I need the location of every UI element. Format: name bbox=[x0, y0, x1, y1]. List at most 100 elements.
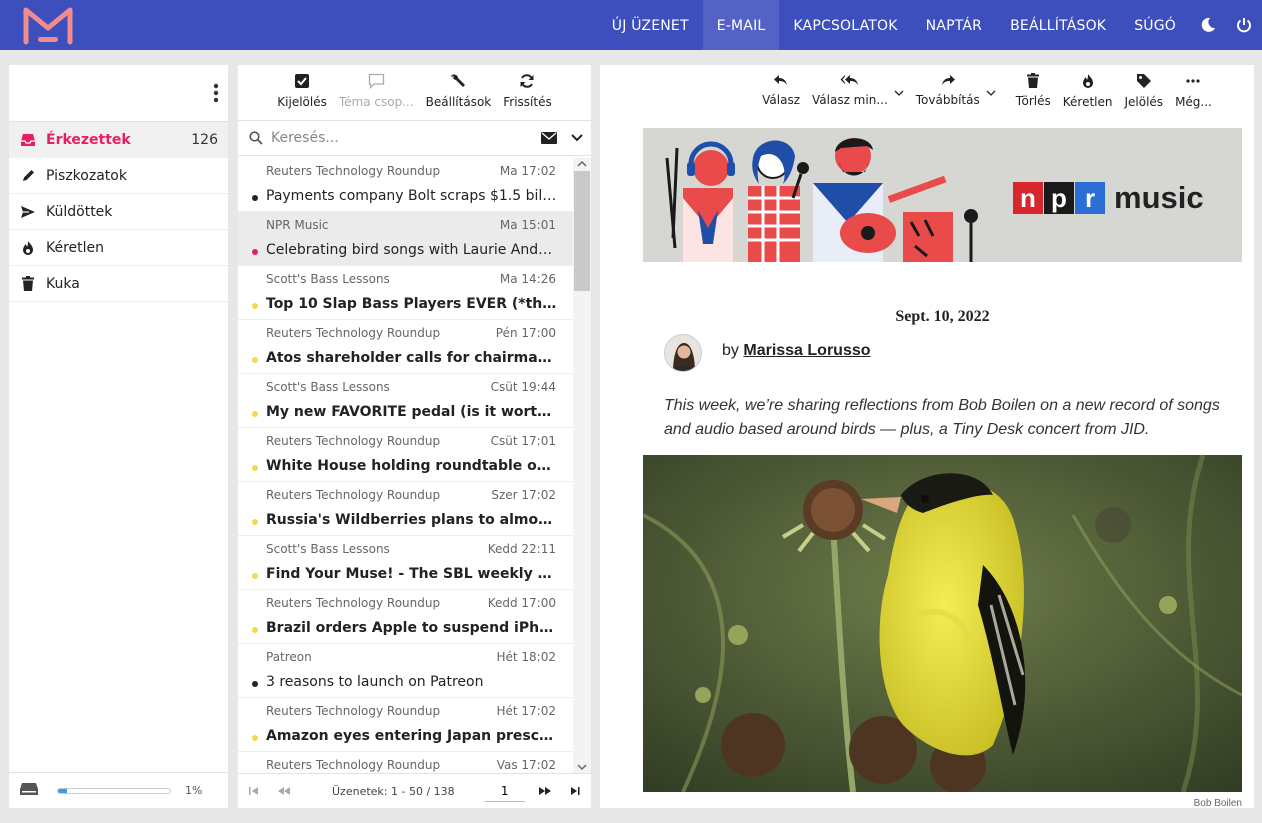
folder-label: Kéretlen bbox=[46, 239, 105, 256]
nav-contacts[interactable]: KAPCSOLATOK bbox=[779, 0, 911, 50]
reply-button[interactable]: Válasz bbox=[756, 65, 806, 121]
moon-icon[interactable] bbox=[1190, 0, 1226, 50]
envelope-icon[interactable] bbox=[541, 132, 557, 144]
message-toolbar: Válasz Válasz min... Továbbítás Törlés K… bbox=[600, 65, 1254, 121]
message-row[interactable]: Scott's Bass Lessons Ma 14:26 Top 10 Slap … bbox=[238, 266, 573, 320]
last-page-icon[interactable] bbox=[567, 786, 581, 796]
folder-trash[interactable]: Kuka bbox=[9, 266, 228, 302]
message-sender: Reuters Technology Roundup bbox=[266, 434, 441, 448]
message-date: Szer 17:02 bbox=[491, 488, 556, 502]
npr-letter: n bbox=[1013, 182, 1043, 214]
pager: Üzenetek: 1 - 50 / 138 bbox=[238, 773, 591, 808]
nav-compose[interactable]: ÚJ ÜZENET bbox=[598, 0, 703, 50]
message-row[interactable]: Reuters Technology Roundup Pén 17:00 Atos … bbox=[238, 320, 573, 374]
message-subject: White House holding roundtable on Big Te… bbox=[266, 458, 557, 474]
status-dot-icon bbox=[252, 465, 258, 471]
message-row[interactable]: Scott's Bass Lessons Kedd 22:11 Find Your … bbox=[238, 536, 573, 590]
message-row[interactable]: Reuters Technology Roundup Vas 17:02 bbox=[238, 752, 573, 773]
newsletter-date: Sept. 10, 2022 bbox=[895, 308, 990, 325]
message-sender: Reuters Technology Roundup bbox=[266, 596, 441, 610]
more-vertical-icon[interactable] bbox=[211, 82, 221, 104]
status-dot-icon bbox=[252, 303, 258, 309]
junk-button[interactable]: Kéretlen bbox=[1057, 65, 1119, 121]
message-row[interactable]: Scott's Bass Lessons Csüt 19:44 My new FAV… bbox=[238, 374, 573, 428]
folder-sent[interactable]: Küldöttek bbox=[9, 194, 228, 230]
reply-all-label: Válasz min... bbox=[812, 93, 888, 107]
photo-credit: Bob Boilen bbox=[1193, 798, 1242, 808]
status-dot-icon bbox=[252, 249, 258, 255]
forward-button[interactable]: Továbbítás bbox=[910, 65, 986, 121]
message-row[interactable]: Reuters Technology Roundup Ma 17:02 Paymen… bbox=[238, 158, 573, 212]
message-sender: Reuters Technology Roundup bbox=[266, 164, 441, 178]
chat-icon bbox=[368, 73, 384, 89]
search-icon bbox=[249, 131, 263, 145]
threads-button[interactable]: Téma csop... bbox=[333, 65, 420, 120]
list-scrollbar[interactable] bbox=[573, 158, 591, 773]
refresh-label: Frissítés bbox=[503, 95, 552, 109]
message-sender: Reuters Technology Roundup bbox=[266, 704, 441, 718]
goldfinch-photo bbox=[643, 455, 1242, 792]
folder-inbox[interactable]: Érkezettek 126 bbox=[9, 122, 228, 158]
message-date: Ma 14:26 bbox=[499, 272, 556, 286]
author-avatar bbox=[664, 334, 702, 372]
message-date: Hét 18:02 bbox=[496, 650, 556, 664]
message-list-panel: Kijelölés Téma csop... Beállítások Friss… bbox=[238, 65, 591, 808]
page-input[interactable] bbox=[484, 780, 525, 802]
reply-all-dropdown-icon[interactable] bbox=[894, 89, 904, 97]
trash-icon bbox=[1027, 73, 1040, 88]
reply-icon bbox=[774, 75, 788, 85]
app-logo[interactable] bbox=[20, 4, 76, 46]
message-subject: Top 10 Slap Bass Players EVER (*through … bbox=[266, 296, 557, 312]
author-link[interactable]: Marissa Lorusso bbox=[743, 342, 870, 359]
message-subject: Amazon eyes entering Japan prescription … bbox=[266, 728, 557, 744]
nav-mail[interactable]: E-MAIL bbox=[702, 0, 780, 50]
status-dot-icon bbox=[252, 681, 258, 687]
list-toolbar: Kijelölés Téma csop... Beállítások Friss… bbox=[238, 65, 591, 121]
select-label: Kijelölés bbox=[277, 95, 327, 109]
message-row[interactable]: Reuters Technology Roundup Csüt 17:01 Whit… bbox=[238, 428, 573, 482]
scroll-thumb[interactable] bbox=[574, 171, 590, 291]
folder-drafts[interactable]: Piszkozatok bbox=[9, 158, 228, 194]
message-row[interactable]: Reuters Technology Roundup Hét 17:02 Amazo… bbox=[238, 698, 573, 752]
message-subject: My new FAVORITE pedal (is it worth the h… bbox=[266, 404, 557, 420]
message-row[interactable]: Reuters Technology Roundup Szer 17:02 Russ… bbox=[238, 482, 573, 536]
message-row[interactable]: NPR Music Ma 15:01 Celebrating bird songs … bbox=[238, 212, 573, 266]
quota-fill bbox=[58, 788, 67, 793]
power-icon[interactable] bbox=[1226, 0, 1262, 50]
folder-junk[interactable]: Kéretlen bbox=[9, 230, 228, 266]
delete-button[interactable]: Törlés bbox=[1010, 65, 1057, 121]
npr-music-logo: n p r music bbox=[1013, 180, 1204, 216]
more-horizontal-icon bbox=[1186, 79, 1201, 83]
mark-button[interactable]: Jelölés bbox=[1118, 65, 1169, 121]
status-dot-icon bbox=[252, 573, 258, 579]
npr-music-word: music bbox=[1114, 180, 1204, 215]
message-date: Csüt 17:01 bbox=[490, 434, 556, 448]
first-page-icon[interactable] bbox=[248, 786, 262, 796]
nav-help[interactable]: SÚGÓ bbox=[1120, 0, 1190, 50]
nav-calendar[interactable]: NAPTÁR bbox=[912, 0, 996, 50]
message-sender: Reuters Technology Roundup bbox=[266, 326, 441, 340]
forward-dropdown-icon[interactable] bbox=[986, 89, 996, 97]
search-input[interactable] bbox=[271, 130, 541, 146]
message-row[interactable]: Reuters Technology Roundup Kedd 17:00 Braz… bbox=[238, 590, 573, 644]
scroll-down-icon[interactable] bbox=[573, 761, 591, 773]
message-sender: Patreon bbox=[266, 650, 312, 664]
nav-settings[interactable]: BEÁLLÍTÁSOK bbox=[996, 0, 1120, 50]
list-settings-button[interactable]: Beállítások bbox=[420, 65, 498, 120]
more-button[interactable]: Még... bbox=[1169, 65, 1218, 121]
next-page-icon[interactable] bbox=[537, 786, 553, 796]
message-sender: Scott's Bass Lessons bbox=[266, 542, 390, 556]
folder-panel-header bbox=[9, 65, 228, 122]
refresh-button[interactable]: Frissítés bbox=[497, 65, 557, 120]
status-dot-icon bbox=[252, 735, 258, 741]
select-button[interactable]: Kijelölés bbox=[271, 65, 333, 120]
musicians-illustration bbox=[665, 138, 978, 262]
scroll-up-icon[interactable] bbox=[573, 158, 591, 170]
prev-page-icon[interactable] bbox=[276, 786, 292, 796]
message-row[interactable]: Patreon Hét 18:02 3 reasons to launch on P… bbox=[238, 644, 573, 698]
reply-all-button[interactable]: Válasz min... bbox=[806, 65, 894, 121]
newsletter-banner: n p r music bbox=[643, 128, 1242, 262]
top-bar: ÚJ ÜZENET E-MAIL KAPCSOLATOK NAPTÁR BEÁL… bbox=[0, 0, 1262, 50]
folder-label: Küldöttek bbox=[46, 203, 113, 220]
chevron-down-icon[interactable] bbox=[571, 134, 583, 142]
